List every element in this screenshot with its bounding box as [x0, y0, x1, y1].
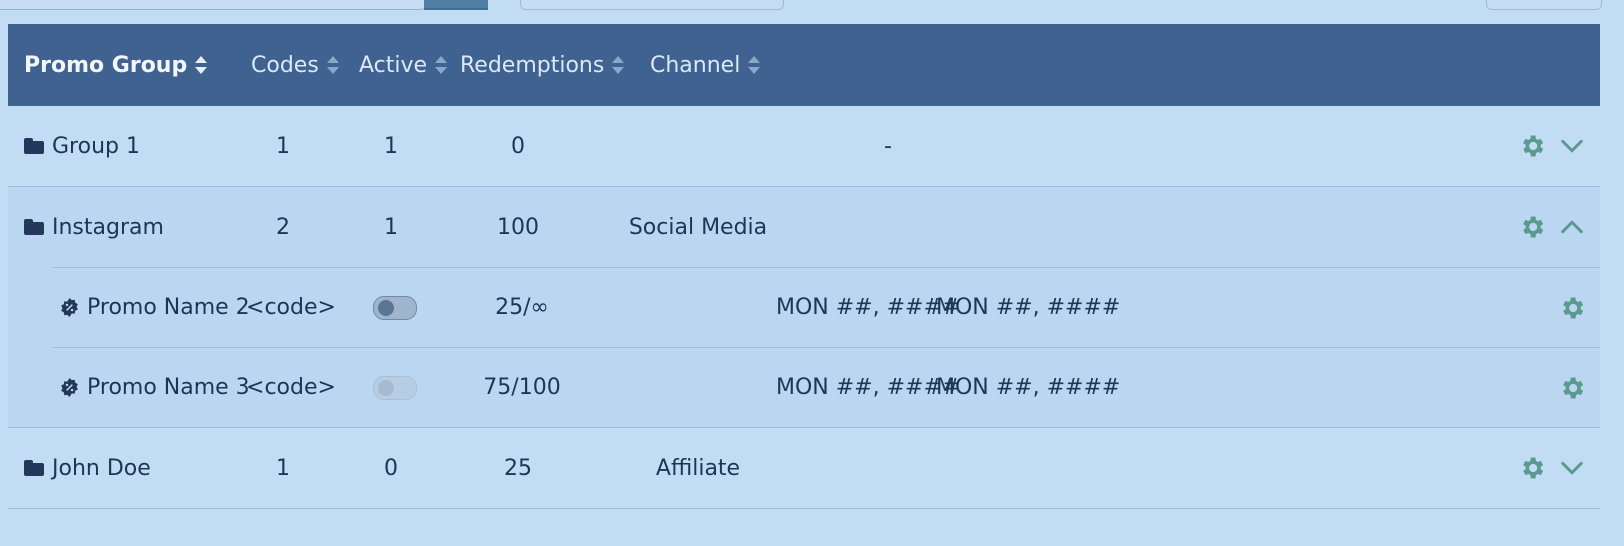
row-actions: [1518, 106, 1586, 186]
header-label: Promo Group: [24, 52, 188, 78]
group-name-cell: Instagram: [24, 187, 164, 267]
end-date: MON ##, ####: [936, 295, 1121, 320]
folder-icon: [24, 138, 44, 154]
header-label: Codes: [251, 52, 319, 78]
gear-icon[interactable]: [1558, 374, 1586, 402]
redemptions-count: 0: [511, 133, 525, 159]
active-count: 1: [384, 214, 398, 240]
gear-icon[interactable]: [1518, 132, 1546, 160]
search-button[interactable]: [424, 0, 488, 10]
header-active[interactable]: Active: [359, 24, 448, 106]
codes-count: 1: [276, 133, 290, 159]
codes-count: 2: [276, 214, 290, 240]
folder-icon: [24, 460, 44, 476]
start-date: MON ##, ####: [776, 295, 961, 320]
group-row-main: Instagram 2 1 100 Social Media: [8, 187, 1600, 267]
group-name: Group 1: [52, 133, 140, 159]
header-label: Active: [359, 52, 428, 78]
sort-icon[interactable]: [435, 54, 448, 76]
promo-code: <code>: [246, 295, 336, 320]
search-input[interactable]: [0, 0, 426, 10]
chevron-up-icon[interactable]: [1558, 213, 1586, 241]
row-actions: [1558, 268, 1586, 347]
promo-name: Promo Name 2: [87, 295, 250, 320]
filter-select[interactable]: [520, 0, 784, 10]
promo-row[interactable]: Promo Name 2 <code> 25/∞ MON ##, #### MO…: [52, 267, 1600, 347]
promo-row[interactable]: Promo Name 3 <code> 75/100 MON ##, #### …: [52, 347, 1600, 427]
folder-icon: [24, 219, 44, 235]
promo-name-cell: Promo Name 3: [60, 348, 250, 427]
header-codes[interactable]: Codes: [251, 24, 339, 106]
gear-icon[interactable]: [1518, 454, 1546, 482]
row-actions: [1558, 348, 1586, 427]
promo-code: <code>: [246, 375, 336, 400]
action-button[interactable]: [1486, 0, 1602, 10]
channel-value: Social Media: [628, 214, 768, 240]
header-label: Redemptions: [460, 52, 605, 78]
active-count: 0: [384, 455, 398, 481]
group-name: Instagram: [52, 214, 164, 240]
group-name-cell: Group 1: [24, 106, 140, 186]
redemptions-count: 25: [504, 455, 532, 481]
table-row[interactable]: John Doe 1 0 25 Affiliate: [8, 428, 1600, 509]
codes-count: 1: [276, 455, 290, 481]
toggle-knob: [378, 379, 394, 396]
header-promo-group[interactable]: Promo Group: [24, 24, 208, 106]
channel-value: -: [884, 133, 892, 159]
sort-icon[interactable]: [612, 54, 625, 76]
table-row[interactable]: Group 1 1 1 0 -: [8, 106, 1600, 187]
start-date: MON ##, ####: [776, 375, 961, 400]
group-name: John Doe: [52, 455, 151, 481]
active-toggle-disabled: [373, 375, 417, 400]
table-row-expanded[interactable]: Instagram 2 1 100 Social Media Promo Nam…: [8, 187, 1600, 428]
percent-badge-icon: [61, 298, 78, 317]
header-redemptions[interactable]: Redemptions: [460, 24, 625, 106]
active-toggle-cell: [372, 268, 418, 347]
chevron-down-icon[interactable]: [1558, 454, 1586, 482]
gear-icon[interactable]: [1518, 213, 1546, 241]
promo-name-cell: Promo Name 2: [60, 268, 250, 347]
header-channel[interactable]: Channel: [650, 24, 761, 106]
table-header: Promo Group Codes Active Redemptions Cha…: [8, 24, 1600, 106]
sort-icon[interactable]: [195, 54, 208, 76]
toggle-knob: [378, 299, 394, 316]
group-name-cell: John Doe: [24, 428, 151, 508]
promo-groups-table: Promo Group Codes Active Redemptions Cha…: [8, 24, 1600, 509]
end-date: MON ##, ####: [936, 375, 1121, 400]
redemptions-count: 100: [497, 214, 539, 240]
channel-value: Affiliate: [655, 455, 741, 481]
percent-badge-icon: [61, 378, 78, 397]
active-toggle[interactable]: [373, 295, 417, 320]
active-toggle-cell: [372, 348, 418, 427]
gear-icon[interactable]: [1558, 294, 1586, 322]
chevron-down-icon[interactable]: [1558, 132, 1586, 160]
header-label: Channel: [650, 52, 741, 78]
promo-redemptions: 25/∞: [495, 295, 549, 320]
sort-icon[interactable]: [326, 54, 339, 76]
sort-icon[interactable]: [748, 54, 761, 76]
row-actions: [1518, 428, 1586, 508]
promo-redemptions: 75/100: [483, 375, 561, 400]
active-count: 1: [384, 133, 398, 159]
promo-name: Promo Name 3: [87, 375, 250, 400]
row-actions: [1518, 187, 1586, 267]
